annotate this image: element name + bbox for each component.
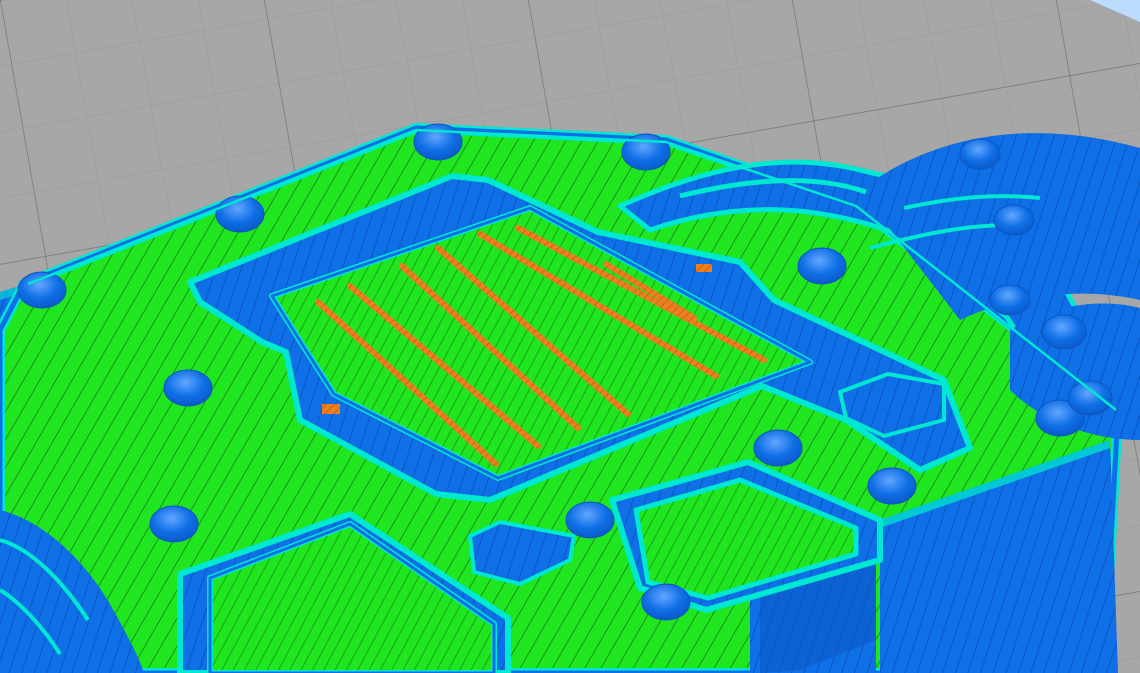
layer-preview-canvas[interactable] (0, 0, 1140, 673)
slicer-preview-viewport[interactable] (0, 0, 1140, 673)
